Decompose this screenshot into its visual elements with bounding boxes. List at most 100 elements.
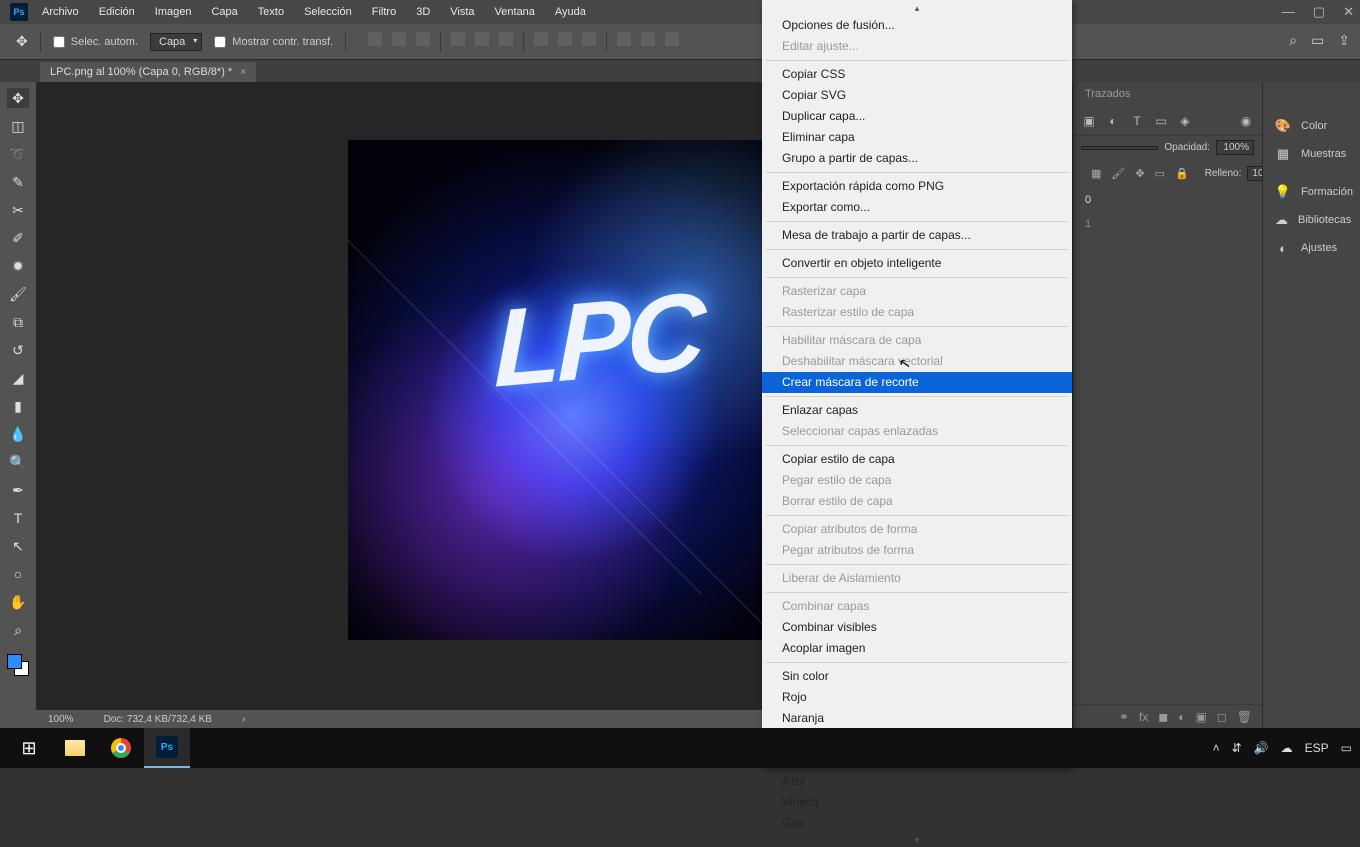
- lock-all-icon[interactable]: 🔒: [1175, 167, 1189, 180]
- ctx-artboard-from-layers[interactable]: Mesa de trabajo a partir de capas...: [762, 225, 1072, 246]
- filter-adjust-icon[interactable]: ◐: [1105, 113, 1121, 129]
- quick-select-tool[interactable]: ✎: [7, 172, 29, 192]
- distribute-icon[interactable]: [665, 32, 679, 46]
- ctx-color-none[interactable]: Sin color: [762, 666, 1072, 687]
- ctx-merge-visible[interactable]: Combinar visibles: [762, 617, 1072, 638]
- hand-tool[interactable]: ✋: [7, 592, 29, 612]
- menu-archivo[interactable]: Archivo: [42, 6, 79, 18]
- ctx-copy-css[interactable]: Copiar CSS: [762, 64, 1072, 85]
- blend-mode-dropdown[interactable]: [1081, 146, 1158, 150]
- adjustment-layer-icon[interactable]: ◐: [1178, 710, 1185, 724]
- distribute-icon[interactable]: [617, 32, 631, 46]
- minimize-icon[interactable]: —: [1282, 4, 1295, 20]
- ctx-link-layers[interactable]: Enlazar capas: [762, 400, 1072, 421]
- close-tab-icon[interactable]: ×: [240, 67, 246, 78]
- filter-smart-icon[interactable]: ◈: [1177, 113, 1193, 129]
- pen-tool[interactable]: ✒: [7, 480, 29, 500]
- lock-transparency-icon[interactable]: ▦: [1091, 167, 1101, 180]
- color-swatch[interactable]: [7, 654, 29, 676]
- gradient-tool[interactable]: ▮: [7, 396, 29, 416]
- group-icon[interactable]: ▣: [1195, 710, 1206, 724]
- zoom-level[interactable]: 100%: [48, 714, 74, 725]
- path-select-tool[interactable]: ↖: [7, 536, 29, 556]
- auto-select-checkbox[interactable]: Selec. autom.: [53, 36, 138, 48]
- network-icon[interactable]: ⇵: [1232, 741, 1242, 755]
- ctx-copy-svg[interactable]: Copiar SVG: [762, 85, 1072, 106]
- distribute-icon[interactable]: [534, 32, 548, 46]
- menu-filtro[interactable]: Filtro: [372, 6, 396, 18]
- onedrive-icon[interactable]: ☁: [1281, 741, 1293, 755]
- menu-ventana[interactable]: Ventana: [495, 6, 535, 18]
- shape-tool[interactable]: ○: [7, 564, 29, 584]
- menu-scroll-up-icon[interactable]: ▴: [762, 2, 1072, 15]
- maximize-icon[interactable]: ▢: [1313, 4, 1325, 20]
- photoshop-taskbar-icon[interactable]: Ps: [144, 728, 190, 768]
- brush-tool[interactable]: 🖌: [7, 284, 29, 304]
- start-button[interactable]: ⊞: [6, 728, 52, 768]
- menu-texto[interactable]: Texto: [258, 6, 284, 18]
- menu-3d[interactable]: 3D: [416, 6, 430, 18]
- filter-type-icon[interactable]: T: [1129, 113, 1145, 129]
- close-icon[interactable]: ✕: [1343, 4, 1354, 20]
- ctx-copy-layer-style[interactable]: Copiar estilo de capa: [762, 449, 1072, 470]
- filter-shape-icon[interactable]: ▭: [1153, 113, 1169, 129]
- filter-image-icon[interactable]: ▣: [1081, 113, 1097, 129]
- blur-tool[interactable]: 💧: [7, 424, 29, 444]
- align-icon[interactable]: [451, 32, 465, 46]
- panel-muestras[interactable]: ▦Muestras: [1263, 140, 1360, 168]
- chrome-icon[interactable]: [98, 728, 144, 768]
- document-size[interactable]: Doc: 732,4 KB/732,4 KB: [104, 714, 212, 725]
- lock-position-icon[interactable]: ✥: [1135, 167, 1144, 180]
- ctx-color-violet[interactable]: Violeta: [762, 792, 1072, 813]
- align-icon[interactable]: [368, 32, 382, 46]
- search-icon[interactable]: ⌕: [1289, 32, 1297, 49]
- lock-artboard-icon[interactable]: ▭: [1155, 167, 1165, 180]
- link-layers-icon[interactable]: ⚭: [1119, 710, 1129, 724]
- menu-ayuda[interactable]: Ayuda: [555, 6, 586, 18]
- ctx-create-clipping-mask[interactable]: Crear máscara de recorte: [762, 372, 1072, 393]
- tab-trazados[interactable]: Trazados: [1085, 88, 1130, 100]
- healing-tool[interactable]: ✹: [7, 256, 29, 276]
- distribute-icon[interactable]: [558, 32, 572, 46]
- layer-mask-icon[interactable]: ◼: [1158, 710, 1168, 724]
- menu-edicion[interactable]: Edición: [99, 6, 135, 18]
- auto-select-dropdown[interactable]: Capa: [150, 33, 202, 51]
- crop-tool[interactable]: ✂: [7, 200, 29, 220]
- ctx-export-as[interactable]: Exportar como...: [762, 197, 1072, 218]
- share-icon[interactable]: ⇪: [1338, 32, 1350, 49]
- ctx-quick-export-png[interactable]: Exportación rápida como PNG: [762, 176, 1072, 197]
- align-icon[interactable]: [416, 32, 430, 46]
- distribute-icon[interactable]: [641, 32, 655, 46]
- lock-paint-icon[interactable]: 🖌: [1111, 167, 1125, 180]
- filter-toggle-icon[interactable]: ◉: [1238, 113, 1254, 129]
- show-transform-checkbox[interactable]: Mostrar contr. transf.: [214, 36, 333, 48]
- ctx-duplicate-layer[interactable]: Duplicar capa...: [762, 106, 1072, 127]
- align-icon[interactable]: [392, 32, 406, 46]
- input-language[interactable]: ESP: [1305, 741, 1329, 755]
- history-brush-tool[interactable]: ↺: [7, 340, 29, 360]
- file-explorer-icon[interactable]: [52, 728, 98, 768]
- ctx-flatten-image[interactable]: Acoplar imagen: [762, 638, 1072, 659]
- ctx-delete-layer[interactable]: Eliminar capa: [762, 127, 1072, 148]
- panel-ajustes[interactable]: ◐Ajustes: [1263, 234, 1360, 262]
- panel-formacion[interactable]: 💡Formación: [1263, 178, 1360, 206]
- layer-item[interactable]: 0: [1073, 188, 1262, 212]
- menu-vista[interactable]: Vista: [450, 6, 474, 18]
- align-icon[interactable]: [499, 32, 513, 46]
- panel-bibliotecas[interactable]: ☁Bibliotecas: [1263, 206, 1360, 234]
- ctx-color-red[interactable]: Rojo: [762, 687, 1072, 708]
- tray-up-icon[interactable]: ˄: [1213, 741, 1220, 755]
- align-icon[interactable]: [475, 32, 489, 46]
- opacity-value[interactable]: 100%: [1216, 140, 1254, 155]
- move-tool[interactable]: ✥: [7, 88, 29, 108]
- status-arrow-icon[interactable]: ›: [242, 714, 245, 725]
- eraser-tool[interactable]: ◢: [7, 368, 29, 388]
- menu-capa[interactable]: Capa: [211, 6, 237, 18]
- ctx-color-blue[interactable]: Azul: [762, 771, 1072, 792]
- ctx-blending-options[interactable]: Opciones de fusión...: [762, 15, 1072, 36]
- menu-imagen[interactable]: Imagen: [155, 6, 192, 18]
- type-tool[interactable]: T: [7, 508, 29, 528]
- lasso-tool[interactable]: ➰: [7, 144, 29, 164]
- ctx-color-orange[interactable]: Naranja: [762, 708, 1072, 729]
- zoom-tool[interactable]: ⌕: [7, 620, 29, 640]
